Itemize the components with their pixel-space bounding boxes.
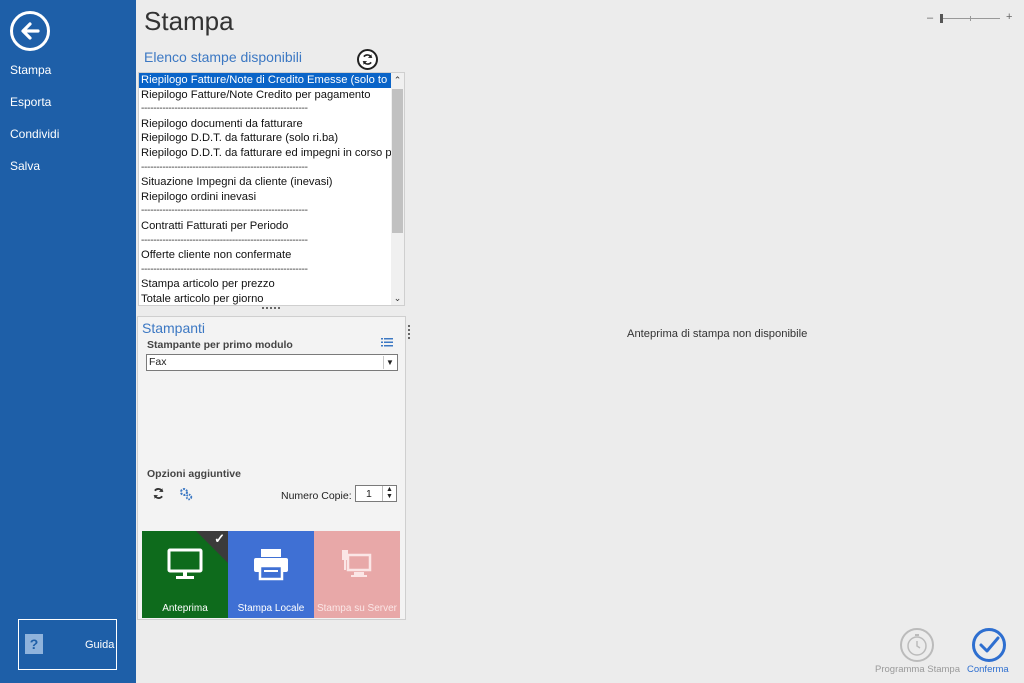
options-label: Opzioni aggiuntive	[147, 468, 241, 480]
list-item[interactable]: Riepilogo D.D.T. da fatturare ed impegni…	[139, 146, 391, 161]
refresh-list-button[interactable]	[357, 49, 378, 70]
printer-select[interactable]: Fax ▼	[146, 354, 398, 371]
list-item[interactable]: Offerte cliente non confermate	[139, 248, 391, 263]
chevron-up-icon[interactable]: ⌃	[391, 73, 404, 87]
preview-message: Anteprima di stampa non disponibile	[627, 328, 808, 340]
schedule-print-button[interactable]: Programma Stampa	[873, 626, 963, 678]
list-item[interactable]: Situazione Impegni da cliente (inevasi)	[139, 175, 391, 190]
print-list[interactable]: Riepilogo Fatture/Note di Credito Emesse…	[138, 72, 405, 306]
list-item[interactable]: Riepilogo Fatture/Note di Credito Emesse…	[139, 73, 391, 88]
tile-anteprima-label: Anteprima	[162, 603, 208, 614]
copies-stepper[interactable]: 1 ▲ ▼	[355, 485, 397, 502]
sidebar-item-salva[interactable]: Salva	[0, 154, 136, 186]
list-separator: ----------------------------------------…	[141, 234, 308, 246]
horizontal-splitter[interactable]	[262, 307, 280, 311]
back-button[interactable]	[10, 11, 50, 51]
printer-select-value: Fax	[149, 356, 167, 368]
monitor-icon	[167, 548, 203, 579]
sidebar-item-esporta[interactable]: Esporta	[0, 90, 136, 122]
gears-icon[interactable]	[179, 487, 193, 504]
chevron-down-icon[interactable]: ⌄	[391, 291, 404, 305]
list-separator: ----------------------------------------…	[141, 205, 308, 217]
list-item[interactable]: Totale articolo per giorno	[139, 292, 391, 305]
stepper-arrows-icon[interactable]: ▲ ▼	[382, 486, 396, 501]
tile-anteprima[interactable]: ✓ Anteprima	[142, 531, 228, 618]
print-list-title: Elenco stampe disponibili	[144, 49, 302, 65]
schedule-print-label: Programma Stampa	[875, 664, 961, 675]
copies-value: 1	[366, 488, 372, 500]
copies-label: Numero Copie:	[281, 490, 352, 502]
printers-title: Stampanti	[142, 320, 206, 336]
list-separator: ----------------------------------------…	[141, 263, 308, 275]
arrow-left-icon	[21, 22, 40, 40]
list-scrollbar[interactable]: ⌃ ⌄	[391, 73, 404, 305]
list-separator: ----------------------------------------…	[141, 161, 308, 173]
tile-stampa-locale[interactable]: Stampa Locale	[228, 531, 314, 618]
scroll-thumb[interactable]	[392, 89, 403, 233]
zoom-tick	[970, 16, 971, 21]
printer-icon	[254, 549, 288, 581]
check-icon: ✓	[214, 531, 225, 546]
zoom-thumb[interactable]	[940, 14, 943, 23]
tile-stampa-locale-label: Stampa Locale	[237, 603, 305, 614]
list-separator: ----------------------------------------…	[141, 103, 308, 115]
list-item[interactable]: Riepilogo ordini inevasi	[139, 190, 391, 205]
list-item[interactable]: Riepilogo D.D.T. da fatturare (solo ri.b…	[139, 131, 391, 146]
server-print-icon	[342, 550, 372, 577]
page-title: Stampa	[144, 6, 234, 36]
tile-stampa-server[interactable]: Stampa su Server	[314, 531, 400, 618]
dropdown-arrow-icon[interactable]: ▼	[383, 356, 396, 369]
list-icon[interactable]	[381, 337, 395, 349]
clock-icon	[900, 628, 934, 662]
confirm-button[interactable]: Conferma	[965, 626, 1017, 678]
sidebar-menu: Stampa Esporta Condividi Salva	[0, 58, 136, 186]
reset-options-icon[interactable]	[152, 487, 165, 503]
refresh-icon	[362, 54, 373, 65]
list-item[interactable]: Stampa articolo per prezzo	[139, 277, 391, 292]
printer-label: Stampante per primo modulo	[147, 339, 293, 351]
list-item[interactable]: Contratti Fatturati per Periodo	[139, 219, 391, 234]
sidebar: Stampa Esporta Condividi Salva ? Guida	[0, 0, 136, 683]
help-icon: ?	[25, 634, 43, 654]
zoom-out-icon[interactable]: –	[927, 12, 933, 24]
checkmark-icon	[972, 628, 1006, 662]
guida-button[interactable]: ? Guida	[18, 619, 117, 670]
guida-label: Guida	[85, 639, 115, 651]
sidebar-item-stampa[interactable]: Stampa	[0, 58, 136, 90]
zoom-slider[interactable]: – +	[924, 11, 1016, 26]
sidebar-item-condividi[interactable]: Condividi	[0, 122, 136, 154]
tile-stampa-server-label: Stampa su Server	[316, 603, 398, 614]
vertical-splitter[interactable]	[408, 325, 411, 339]
printers-panel: Stampanti Stampante per primo modulo Fax…	[137, 316, 406, 620]
list-item[interactable]: Riepilogo documenti da fatturare	[139, 117, 391, 132]
list-item[interactable]: Riepilogo Fatture/Note Credito per pagam…	[139, 88, 391, 103]
confirm-label: Conferma	[967, 664, 1009, 675]
zoom-in-icon[interactable]: +	[1006, 11, 1012, 23]
